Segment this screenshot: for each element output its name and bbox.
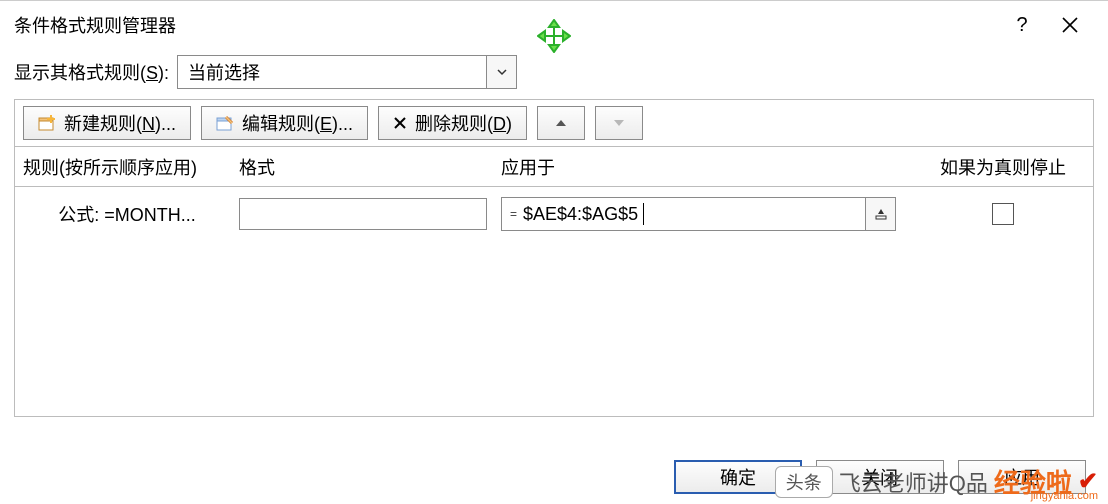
edit-rule-button[interactable]: 编辑规则(E)... — [201, 106, 368, 140]
rules-panel: 新建规则(N)... 编辑规则(E)... — [14, 99, 1094, 417]
header-apply: 应用于 — [493, 154, 913, 180]
applies-to-value: $AE$4:$AG$5 — [523, 204, 638, 225]
rule-row[interactable]: 公式: =MONTH... = $AE$4:$AG$5 — [15, 187, 1093, 241]
dialog-footer: 确定 关闭 应用 — [0, 450, 1108, 504]
header-stop: 如果为真则停止 — [913, 154, 1093, 180]
close-button[interactable] — [1046, 16, 1094, 34]
collapse-range-icon[interactable] — [865, 198, 895, 230]
applies-to-input[interactable]: = $AE$4:$AG$5 — [501, 197, 896, 231]
move-down-button[interactable] — [595, 106, 643, 140]
delete-rule-button[interactable]: 删除规则(D) — [378, 106, 527, 140]
move-up-button[interactable] — [537, 106, 585, 140]
header-format: 格式 — [231, 154, 493, 180]
help-button[interactable]: ? — [998, 14, 1046, 37]
text-caret — [643, 203, 644, 225]
move-cursor-icon — [537, 19, 571, 58]
delete-rule-icon — [393, 116, 407, 130]
ok-button[interactable]: 确定 — [674, 460, 802, 494]
stop-if-true-checkbox[interactable] — [992, 203, 1014, 225]
rule-cell: 公式: =MONTH... — [15, 201, 231, 227]
rules-toolbar: 新建规则(N)... 编辑规则(E)... — [15, 100, 1093, 147]
apply-cell: = $AE$4:$AG$5 — [493, 197, 913, 231]
chevron-down-icon[interactable] — [486, 56, 516, 88]
apply-button[interactable]: 应用 — [958, 460, 1086, 494]
rules-header-row: 规则(按所示顺序应用) 格式 应用于 如果为真则停止 — [15, 147, 1093, 187]
new-rule-icon — [38, 115, 56, 131]
show-rules-for-combo[interactable]: 当前选择 — [177, 55, 517, 89]
edit-rule-icon — [216, 115, 234, 131]
window-title: 条件格式规则管理器 — [14, 12, 176, 38]
move-up-icon — [555, 113, 567, 134]
show-rules-for-label: 显示其格式规则(S): — [14, 59, 169, 85]
combo-selected-text: 当前选择 — [178, 59, 486, 85]
close-icon — [1061, 16, 1079, 34]
close-dialog-button[interactable]: 关闭 — [816, 460, 944, 494]
stop-cell — [913, 203, 1093, 225]
dialog-window: 条件格式规则管理器 ? 显示其格式规则(S): 当前选 — [0, 0, 1108, 504]
format-cell — [231, 198, 493, 230]
header-rule: 规则(按所示顺序应用) — [15, 154, 231, 180]
move-down-icon — [613, 113, 625, 134]
new-rule-button[interactable]: 新建规则(N)... — [23, 106, 191, 140]
format-preview — [239, 198, 487, 230]
